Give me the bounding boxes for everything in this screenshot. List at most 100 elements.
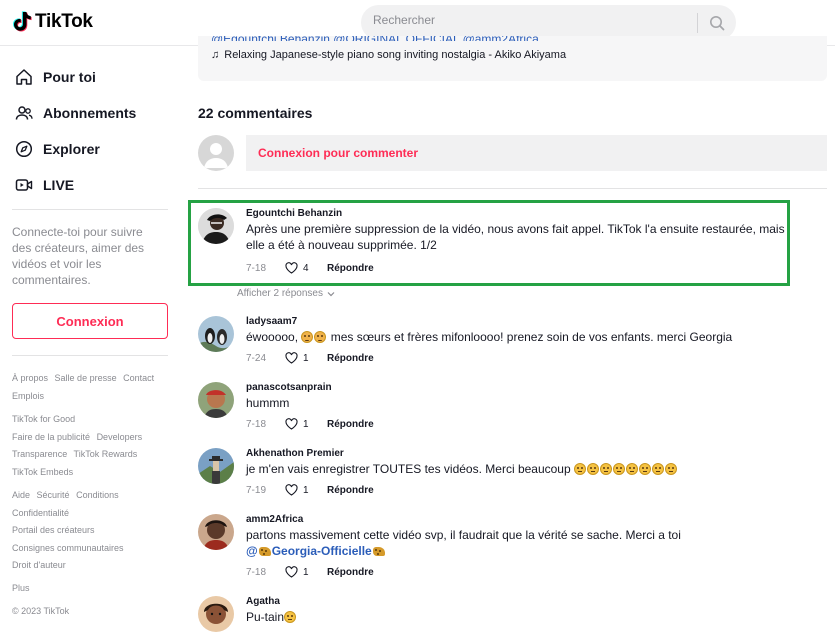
footer-link[interactable]: À propos [12,373,48,383]
logo-text: TikTok [35,11,93,32]
comment-date: 7-19 [246,484,267,496]
comment-meta: 7-24 1 Répondre [246,352,374,364]
nav-label: LIVE [43,177,75,193]
footer-link[interactable]: Faire de la publicité [12,432,90,442]
login-to-comment-button[interactable]: Connexion pour commenter [246,135,827,171]
smile-emoji-icon [600,463,612,475]
comment-text: je m'en vais enregistrer TOUTES tes vidé… [246,461,796,477]
reply-button[interactable]: Répondre [327,567,374,578]
footer-link[interactable]: Developers [97,432,143,442]
footer-link-more[interactable]: Plus [12,583,30,593]
footer-link[interactable]: Salle de presse [55,373,117,383]
comment-text: Pu-tain [246,609,796,625]
search-button[interactable] [704,11,730,35]
heart-icon [285,418,298,430]
footer-link[interactable]: Confidentialité [12,508,69,518]
avatar[interactable] [198,514,234,550]
nav-label: Pour toi [43,69,96,85]
avatar[interactable] [198,596,234,632]
comment-date: 7-24 [246,352,267,364]
avatar[interactable] [198,448,234,484]
leopard-emoji-icon [372,547,385,556]
like-count: 1 [303,418,309,430]
avatar[interactable] [198,382,234,418]
like-button[interactable]: 1 [285,418,327,430]
footer-links-terms: Aide Sécurité Conditions Confidentialité… [12,487,177,575]
comment-text: partons massivement cette vidéo svp, il … [246,527,796,559]
comment-meta: 7-18 1 Répondre [246,566,374,578]
comment-text: hummm [246,396,290,410]
nav-explore[interactable]: Explorer [14,139,100,159]
users-icon [14,103,34,123]
reply-button[interactable]: Répondre [327,419,374,430]
nav-for-you[interactable]: Pour toi [14,67,96,87]
comment-date: 7-18 [246,566,267,578]
mentions-line: @Egountchi Behanzin @ORIGINAL OFFICIAL @… [211,36,539,41]
tiktok-logo[interactable]: TikTok [12,11,93,33]
like-button[interactable]: 1 [285,352,327,364]
search-divider [697,13,698,33]
footer-link[interactable]: Transparence [12,449,67,459]
comment-meta: 7-19 1 Répondre [246,484,374,496]
login-button[interactable]: Connexion [12,303,168,339]
comment-text-body: partons massivement cette vidéo svp, il … [246,528,681,542]
comment-username[interactable]: Agatha [246,596,280,607]
footer-links-more: Plus [12,580,177,598]
heart-icon [285,484,298,496]
footer-link[interactable]: Consignes communautaires [12,543,124,553]
footer-link[interactable]: TikTok for Good [12,414,75,424]
chevron-down-icon [327,291,335,296]
view-replies-button[interactable]: Afficher 2 réponses [237,288,335,299]
reply-button[interactable]: Répondre [327,353,374,364]
user-mention[interactable]: @ Georgia-Officielle [246,544,386,558]
sad-face-emoji-icon [301,331,314,343]
sad-face-emoji-icon [314,331,327,343]
smile-emoji-icon [284,611,297,623]
search-bar [361,5,736,40]
comment-item: Agatha Pu-tain [198,596,798,634]
heart-icon [285,352,298,364]
comment-count: 22 commentaires [198,105,313,121]
reply-button[interactable]: Répondre [327,485,374,496]
music-link[interactable]: ♫ Relaxing Japanese-style piano song inv… [211,49,566,61]
nav-label: Abonnements [43,105,137,121]
comment-text-body: Pu-tain [246,610,285,624]
comment-username[interactable]: Akhenathon Premier [246,448,344,459]
search-input[interactable] [373,13,693,27]
nav-live[interactable]: LIVE [14,175,74,195]
avatar[interactable] [198,316,234,352]
like-button[interactable]: 1 [285,484,327,496]
smile-emoji-icon [587,463,599,475]
footer-link[interactable]: Droit d'auteur [12,560,66,570]
copyright: © 2023 TikTok [12,606,70,616]
tiktok-logo-icon [13,11,32,32]
video-description-box: @Egountchi Behanzin @ORIGINAL OFFICIAL @… [198,36,827,81]
footer-link[interactable]: Sécurité [37,490,70,500]
like-button[interactable]: 1 [285,566,327,578]
comment-username[interactable]: amm2Africa [246,514,303,525]
compass-icon [14,139,34,159]
nav-following[interactable]: Abonnements [14,103,136,123]
footer-link[interactable]: Portail des créateurs [12,525,95,535]
smile-emoji-icon [639,463,651,475]
highlight-box [188,200,790,286]
footer-link[interactable]: Contact [123,373,154,383]
leopard-emoji-icon [258,547,271,556]
sidebar: Pour toi Abonnements Explorer LIVE Conne… [0,46,180,634]
footer-link[interactable]: TikTok Embeds [12,467,73,477]
mention-name: Georgia-Officielle [271,544,372,558]
footer-link[interactable]: Conditions [76,490,119,500]
live-icon [14,175,34,195]
smile-emoji-icon [652,463,664,475]
comment-date: 7-18 [246,418,267,430]
footer-link[interactable]: Aide [12,490,30,500]
footer-link[interactable]: Emplois [12,391,44,401]
comment-username[interactable]: panascotsanprain [246,382,332,393]
music-title: Relaxing Japanese-style piano song invit… [224,49,567,61]
smile-emoji-icon [574,463,586,475]
main-content: @Egountchi Behanzin @ORIGINAL OFFICIAL @… [198,36,828,634]
nav-label: Explorer [43,141,100,157]
comment-username[interactable]: ladysaam7 [246,316,297,327]
like-count: 1 [303,352,309,364]
footer-link[interactable]: TikTok Rewards [74,449,138,459]
